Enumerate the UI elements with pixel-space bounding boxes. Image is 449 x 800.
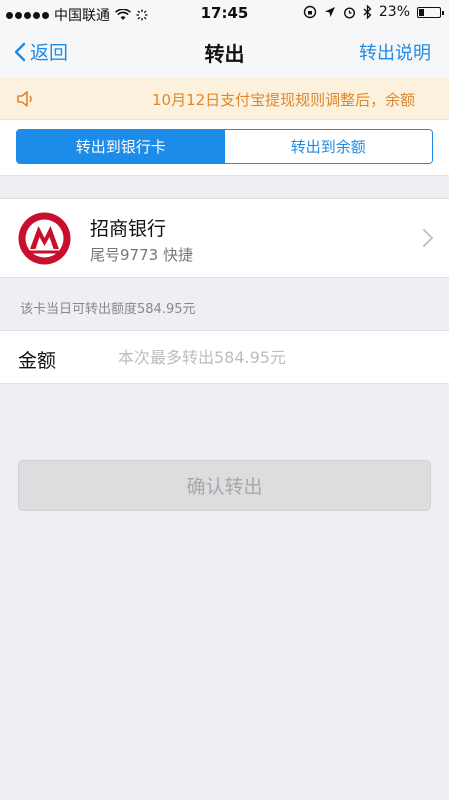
transfer-type-section: 转出到银行卡 转出到余额 <box>0 120 449 176</box>
bank-name: 招商银行 <box>90 218 167 240</box>
notice-banner[interactable]: 10月12日支付宝提现规则调整后，余额 <box>0 78 449 120</box>
status-bar: 中国联通 17:45 23% <box>0 0 449 26</box>
confirm-transfer-button[interactable]: 确认转出 <box>18 460 431 511</box>
location-icon <box>324 7 335 17</box>
cmb-bank-logo <box>18 212 71 265</box>
transfer-type-segmented-control: 转出到银行卡 转出到余额 <box>16 129 433 164</box>
speaker-icon <box>17 91 32 107</box>
status-icons: 23% <box>303 4 444 20</box>
tab-to-bank-card[interactable]: 转出到银行卡 <box>17 130 225 163</box>
amount-input[interactable] <box>118 342 428 372</box>
bluetooth-icon <box>363 5 372 19</box>
amount-label: 金额 <box>18 350 57 372</box>
amount-row: 金额 <box>0 330 449 384</box>
daily-limit-text: 该卡当日可转出额度584.95元 <box>20 302 196 317</box>
notice-text: 10月12日支付宝提现规则调整后，余额 <box>152 91 416 109</box>
navigation-bar: 返回 转出 转出说明 <box>0 26 449 78</box>
tab-to-balance[interactable]: 转出到余额 <box>224 130 432 163</box>
chevron-right-icon <box>423 229 433 247</box>
battery-icon <box>417 6 444 18</box>
card-tail-info: 尾号9773 快捷 <box>90 246 193 264</box>
battery-percent: 23% <box>378 4 410 20</box>
alarm-icon <box>343 6 355 19</box>
transfer-instructions-link[interactable]: 转出说明 <box>359 39 431 65</box>
bank-card-selector[interactable]: 招商银行 尾号9773 快捷 <box>0 198 449 278</box>
rotation-lock-icon <box>303 5 317 19</box>
